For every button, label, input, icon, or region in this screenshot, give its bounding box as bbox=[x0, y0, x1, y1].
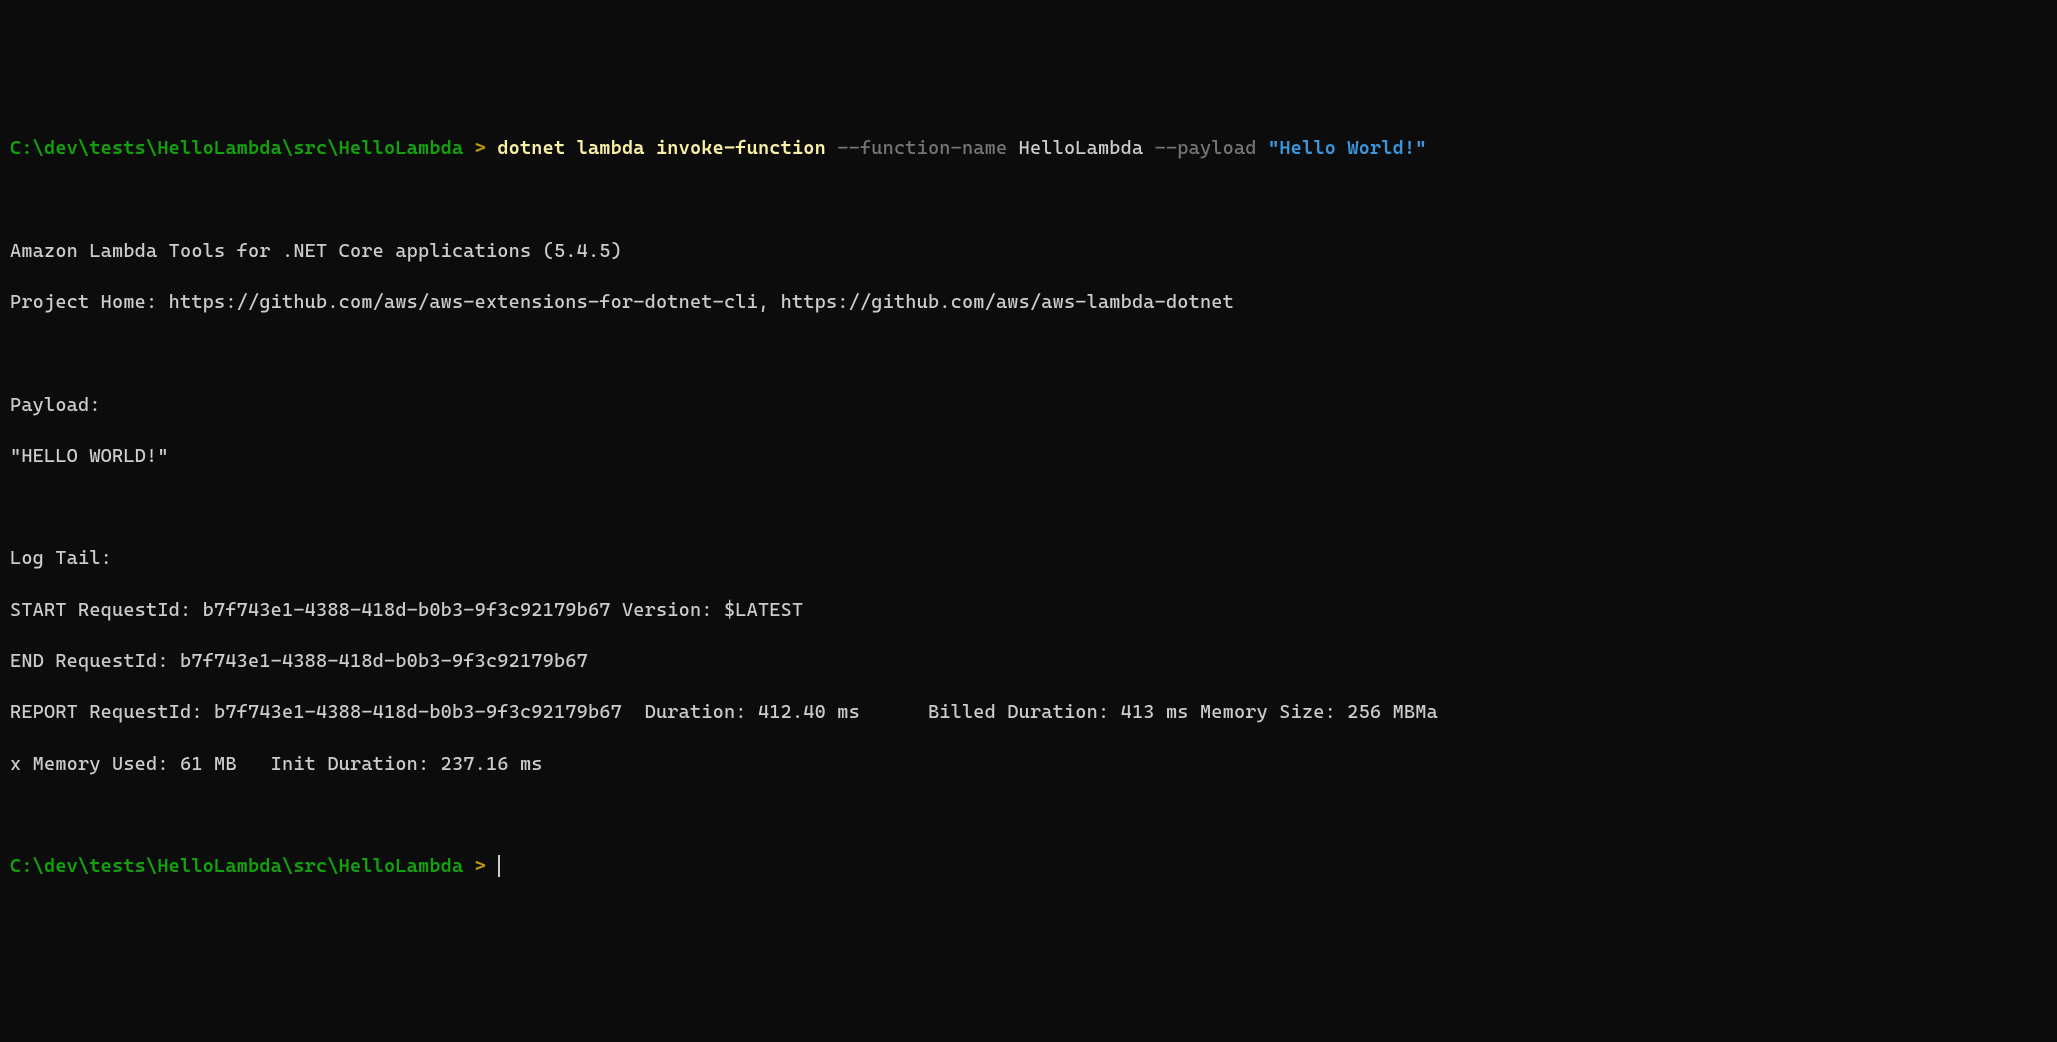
prompt-separator: > bbox=[463, 137, 497, 159]
log-start: START RequestId: b7f743e1-4388-418d-b0b3… bbox=[10, 598, 2047, 624]
arg-payload: "Hello World!" bbox=[1268, 137, 1427, 159]
flag-function-name: --function-name bbox=[826, 137, 1019, 159]
flag-payload: --payload bbox=[1143, 137, 1268, 159]
blank-line bbox=[10, 803, 2047, 829]
payload-label: Payload: bbox=[10, 393, 2047, 419]
command-name: dotnet lambda invoke-function bbox=[497, 137, 826, 159]
blank-line bbox=[10, 495, 2047, 521]
blank-line bbox=[10, 187, 2047, 213]
log-report-line1: REPORT RequestId: b7f743e1-4388-418d-b0b… bbox=[10, 700, 2047, 726]
command-line-2[interactable]: C:\dev\tests\HelloLambda\src\HelloLambda… bbox=[10, 854, 2047, 880]
command-line-1: C:\dev\tests\HelloLambda\src\HelloLambda… bbox=[10, 136, 2047, 162]
prompt-separator: > bbox=[463, 855, 497, 877]
tool-title: Amazon Lambda Tools for .NET Core applic… bbox=[10, 239, 2047, 265]
blank-line bbox=[10, 341, 2047, 367]
logtail-label: Log Tail: bbox=[10, 546, 2047, 572]
cursor-icon bbox=[498, 855, 500, 877]
payload-value: "HELLO WORLD!" bbox=[10, 444, 2047, 470]
prompt-path: C:\dev\tests\HelloLambda\src\HelloLambda bbox=[10, 137, 463, 159]
log-report-line2: x Memory Used: 61 MB Init Duration: 237.… bbox=[10, 752, 2047, 778]
log-end: END RequestId: b7f743e1-4388-418d-b0b3-9… bbox=[10, 649, 2047, 675]
prompt-path: C:\dev\tests\HelloLambda\src\HelloLambda bbox=[10, 855, 463, 877]
arg-function-name: HelloLambda bbox=[1019, 137, 1144, 159]
project-home: Project Home: https://github.com/aws/aws… bbox=[10, 290, 2047, 316]
terminal-output[interactable]: C:\dev\tests\HelloLambda\src\HelloLambda… bbox=[10, 111, 2047, 906]
